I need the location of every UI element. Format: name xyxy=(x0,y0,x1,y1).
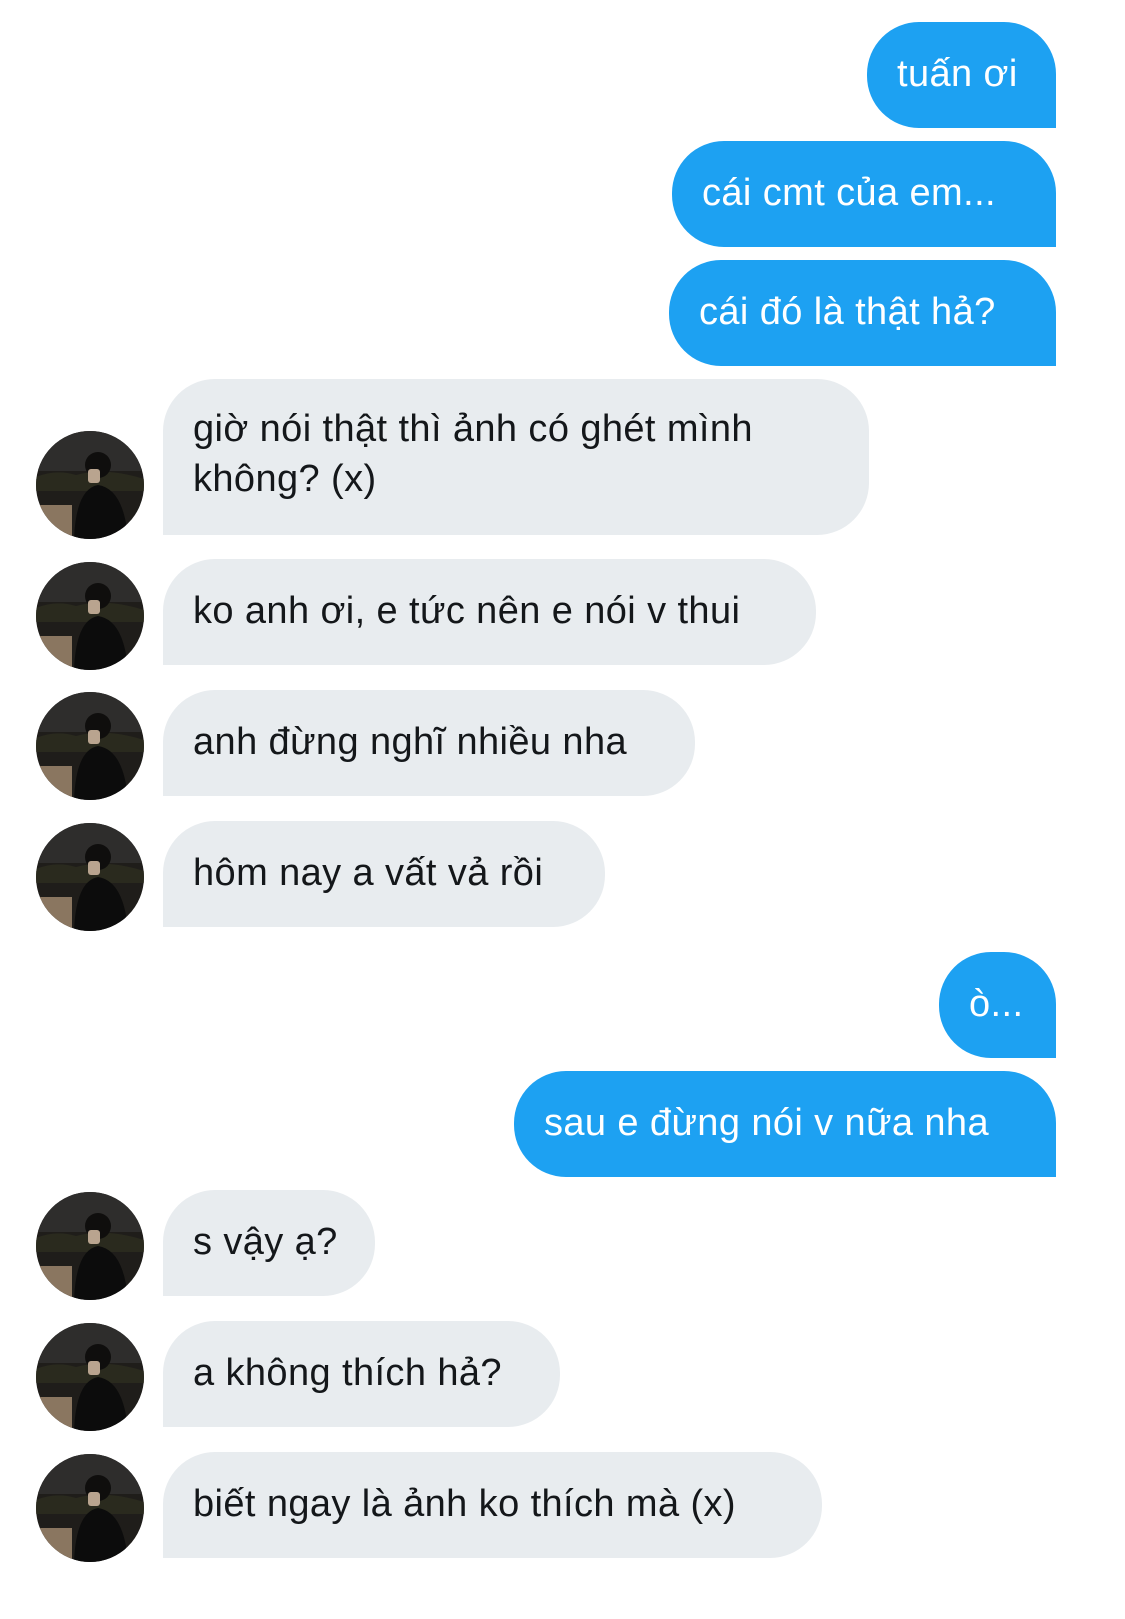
message-bubble-outgoing[interactable]: cái cmt của em... xyxy=(672,141,1056,247)
avatar[interactable] xyxy=(36,1454,144,1562)
avatar[interactable] xyxy=(36,692,144,800)
message-bubble-incoming[interactable]: ko anh ơi, e tức nên e nói v thui xyxy=(163,559,816,665)
avatar-photo-icon xyxy=(36,692,144,800)
message-bubble-outgoing[interactable]: cái đó là thật hả? xyxy=(669,260,1056,366)
message-bubble-outgoing[interactable]: ò... xyxy=(939,952,1056,1058)
avatar-photo-icon xyxy=(36,1454,144,1562)
message-bubble-outgoing[interactable]: sau e đừng nói v nữa nha xyxy=(514,1071,1056,1177)
message-bubble-incoming[interactable]: giờ nói thật thì ảnh có ghét mình không?… xyxy=(163,379,869,535)
message-bubble-incoming[interactable]: a không thích hả? xyxy=(163,1321,560,1427)
message-bubble-incoming[interactable]: s vậy ạ? xyxy=(163,1190,375,1296)
avatar[interactable] xyxy=(36,562,144,670)
avatar-photo-icon xyxy=(36,431,144,539)
avatar-photo-icon xyxy=(36,562,144,670)
message-bubble-incoming[interactable]: anh đừng nghĩ nhiều nha xyxy=(163,690,695,796)
avatar[interactable] xyxy=(36,1192,144,1300)
avatar-photo-icon xyxy=(36,1323,144,1431)
avatar[interactable] xyxy=(36,431,144,539)
message-bubble-incoming[interactable]: biết ngay là ảnh ko thích mà (x) xyxy=(163,1452,822,1558)
conversation-thread: tuấn ơi cái cmt của em... cái đó là thật… xyxy=(0,0,1125,1619)
message-bubble-incoming[interactable]: hôm nay a vất vả rồi xyxy=(163,821,605,927)
message-bubble-outgoing[interactable]: tuấn ơi xyxy=(867,22,1056,128)
avatar[interactable] xyxy=(36,1323,144,1431)
avatar-photo-icon xyxy=(36,1192,144,1300)
avatar-photo-icon xyxy=(36,823,144,931)
avatar[interactable] xyxy=(36,823,144,931)
